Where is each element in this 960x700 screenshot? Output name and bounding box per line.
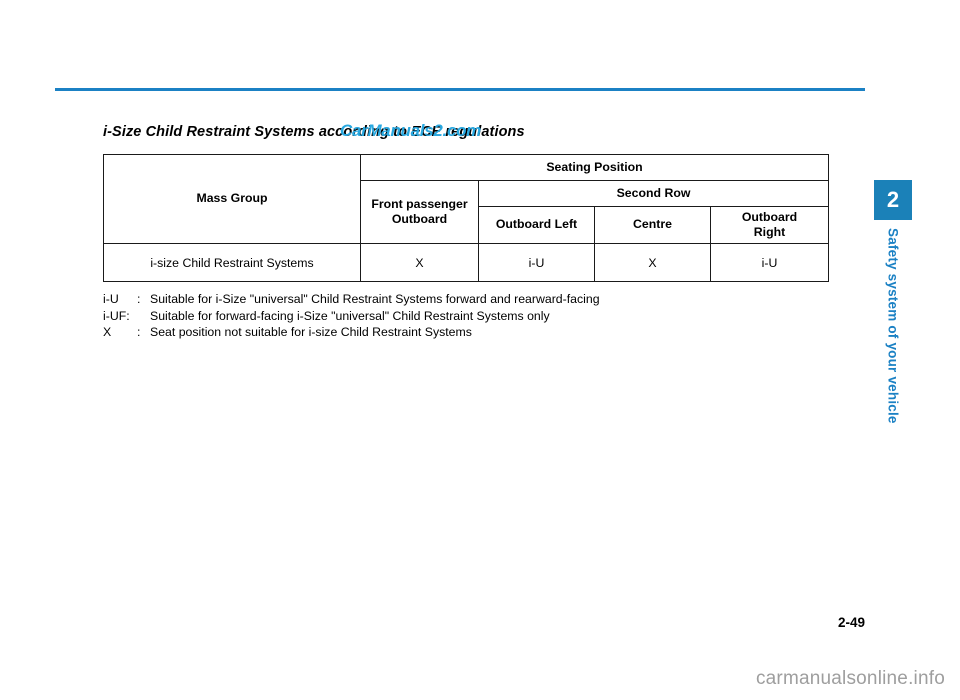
table-row: i-size Child Restraint Systems X i-U X i…: [103, 243, 830, 282]
legend-item: i-U : Suitable for i-Size "universal" Ch…: [103, 291, 600, 308]
legend-description: Suitable for i-Size "universal" Child Re…: [150, 292, 600, 306]
legend-key: i-UF:: [103, 308, 130, 323]
header-outboard-right-line2: Right: [753, 225, 786, 239]
header-seating-position: Seating Position: [359, 154, 830, 181]
legend-separator: :: [137, 292, 141, 306]
footer-watermark: carmanualsonline.info: [755, 668, 945, 689]
table: Mass Group Seating Position Front passen…: [103, 154, 830, 282]
cell-second-row-outboard-left: i-U: [478, 243, 595, 282]
chapter-number-tab: 2: [874, 180, 912, 220]
page-number: 2-49: [837, 615, 865, 630]
legend-description: Seat position not suitable for i-size Ch…: [150, 325, 472, 340]
legend-item: i-UF: Suitable for forward-facing i-Size…: [103, 308, 600, 325]
header-outboard-right: Outboard Right: [709, 206, 830, 244]
legend-key: i-U: [103, 292, 119, 306]
legend-item: X : Seat position not suitable for i-siz…: [103, 324, 600, 341]
cell-second-row-outboard-right: i-U: [709, 243, 830, 282]
legend-key: X: [103, 325, 112, 340]
legend: i-U : Suitable for i-Size "universal" Ch…: [103, 291, 600, 341]
legend-separator: [137, 308, 150, 325]
cell-second-row-centre: X: [594, 243, 711, 282]
header-outboard-right-line1: Outboard: [741, 209, 798, 224]
header-centre: Centre: [594, 206, 711, 244]
chapter-title-text: Safety system of your vehicle: [885, 228, 901, 424]
cell-row-label: i-size Child Restraint Systems: [103, 243, 361, 282]
chapter-title-vertical: Safety system of your vehicle: [874, 228, 912, 428]
cell-front-passenger-outboard: X: [360, 243, 479, 282]
header-front-passenger-line2: Outboard: [391, 212, 448, 226]
legend-separator: :: [137, 325, 141, 340]
header-mass-group: Mass Group: [103, 154, 361, 244]
i-size-compatibility-table: Mass Group Seating Position Front passen…: [103, 154, 830, 282]
manual-page: i-Size Child Restraint Systems according…: [0, 0, 960, 700]
header-front-passenger-line1: Front passenger: [371, 196, 468, 211]
header-front-passenger-outboard: Front passenger Outboard: [360, 180, 479, 244]
header-second-row: Second Row: [477, 180, 830, 207]
header-outboard-left: Outboard Left: [478, 206, 595, 244]
legend-description: Suitable for forward-facing i-Size "univ…: [150, 308, 550, 323]
header-divider-rule: [55, 88, 865, 91]
page-title: i-Size Child Restraint Systems according…: [103, 124, 525, 140]
table-header-row-seating: Mass Group Seating Position: [103, 154, 830, 244]
